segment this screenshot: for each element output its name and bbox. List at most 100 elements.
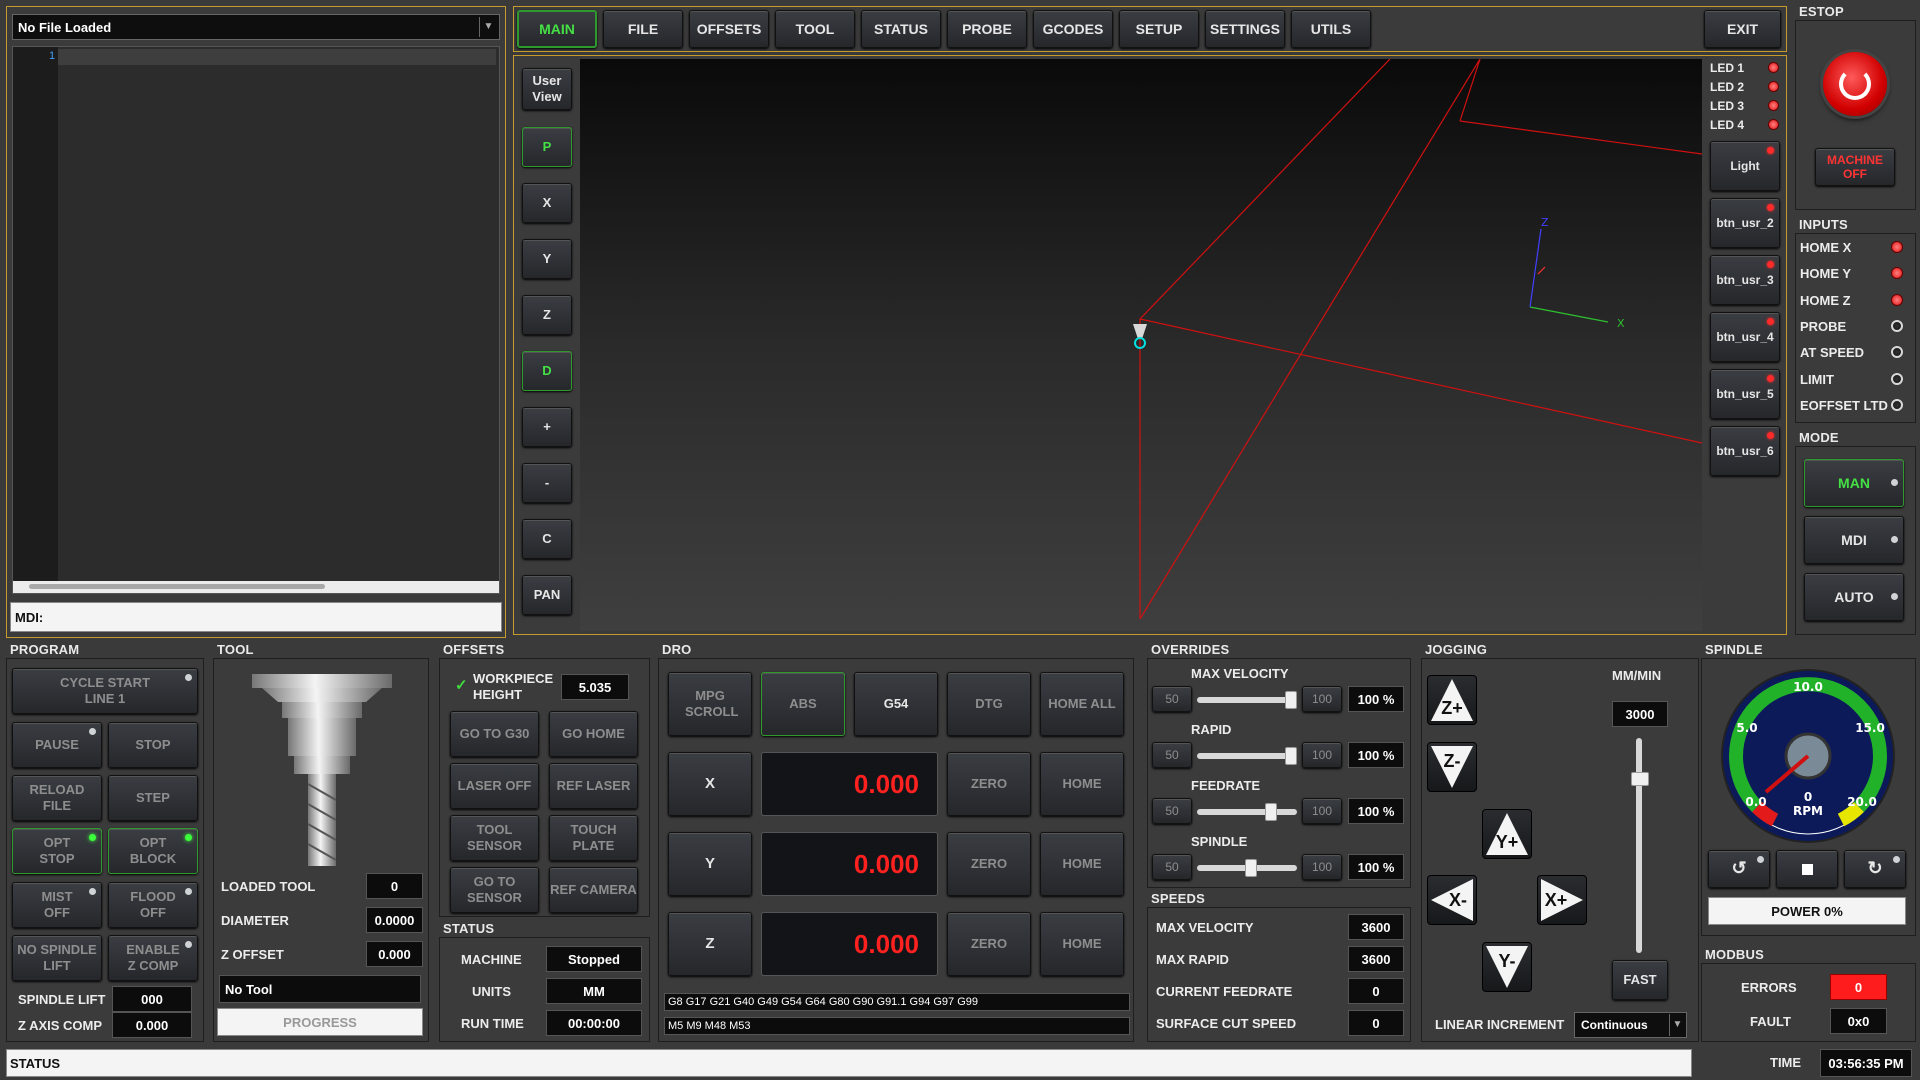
enable-z-comp-button[interactable]: ENABLE Z COMP (108, 935, 198, 981)
opt-block-button[interactable]: OPT BLOCK (108, 828, 198, 874)
home-y-button[interactable]: HOME (1040, 832, 1124, 896)
view-button-plus[interactable]: + (522, 407, 572, 447)
override-min-3[interactable]: 50 (1152, 854, 1192, 880)
machine-off-button[interactable]: MACHINE OFF (1815, 148, 1895, 186)
user-button-3[interactable]: btn_usr_3 (1710, 255, 1780, 305)
tab-settings[interactable]: SETTINGS (1205, 10, 1285, 48)
view-button-pan[interactable]: PAN (522, 575, 572, 615)
offset-button-tool-sensor[interactable]: TOOL SENSOR (450, 815, 539, 861)
override-slider-knob-1[interactable] (1285, 747, 1297, 765)
cycle-start-button[interactable]: CYCLE START LINE 1 (12, 668, 198, 714)
offset-button-ref-camera[interactable]: REF CAMERA (549, 867, 638, 913)
override-slider-2[interactable] (1197, 809, 1297, 815)
user-button-6[interactable]: btn_usr_6 (1710, 426, 1780, 476)
home-all-button[interactable]: HOME ALL (1040, 672, 1124, 736)
jog-xplus-button[interactable]: X+ (1537, 875, 1587, 925)
horizontal-scrollbar[interactable] (13, 581, 499, 593)
pause-button[interactable]: PAUSE (12, 722, 102, 768)
spindle-cw-button[interactable]: ↻ (1844, 850, 1906, 888)
mode-button-auto[interactable]: AUTO (1804, 573, 1904, 621)
spindle-lift-field[interactable]: 000 (112, 986, 192, 1012)
file-selector[interactable]: No File Loaded ▼ (12, 14, 500, 40)
jog-yplus-button[interactable]: Y+ (1482, 809, 1532, 859)
mode-button-man[interactable]: MAN (1804, 459, 1904, 507)
user-button-5[interactable]: btn_usr_5 (1710, 369, 1780, 419)
workpiece-height-field[interactable]: 5.035 (561, 674, 629, 700)
jog-rate-slider-knob[interactable] (1631, 772, 1649, 786)
tab-file[interactable]: FILE (603, 10, 683, 48)
view-button-userminusview[interactable]: User View (522, 68, 572, 110)
tab-offsets[interactable]: OFFSETS (689, 10, 769, 48)
step-button[interactable]: STEP (108, 775, 198, 821)
zero-y-button[interactable]: ZERO (947, 832, 1031, 896)
jog-rate-field[interactable]: 3000 (1612, 701, 1668, 727)
override-slider-knob-2[interactable] (1265, 803, 1277, 821)
exit-button[interactable]: EXIT (1704, 10, 1781, 48)
home-z-button[interactable]: HOME (1040, 912, 1124, 976)
user-button-4[interactable]: btn_usr_4 (1710, 312, 1780, 362)
abs-button[interactable]: ABS (761, 672, 845, 736)
override-max-2[interactable]: 100 (1302, 798, 1342, 824)
jog-zminus-button[interactable]: Z- (1427, 742, 1477, 792)
g54-button[interactable]: G54 (854, 672, 938, 736)
view-button-y[interactable]: Y (522, 239, 572, 279)
fast-button[interactable]: FAST (1612, 960, 1668, 1000)
z-axis-comp-field[interactable]: 0.000 (112, 1012, 192, 1038)
jog-yminus-button[interactable]: Y- (1482, 942, 1532, 992)
view-button-p[interactable]: P (522, 127, 572, 167)
override-slider-0[interactable] (1197, 697, 1297, 703)
view-button-x[interactable]: X (522, 183, 572, 223)
mdi-input[interactable]: MDI: (10, 602, 502, 632)
opt-stop-button[interactable]: OPT STOP (12, 828, 102, 874)
tab-tool[interactable]: TOOL (775, 10, 855, 48)
offset-button-go-to-sensor[interactable]: GO TO SENSOR (450, 867, 539, 913)
override-max-1[interactable]: 100 (1302, 742, 1342, 768)
jog-zplus-button[interactable]: Z+ (1427, 675, 1477, 725)
dro-axis-button-y[interactable]: Y (668, 832, 752, 896)
3d-viewport[interactable]: Z X (580, 59, 1702, 631)
tab-utils[interactable]: UTILS (1291, 10, 1371, 48)
chevron-down-icon[interactable]: ▼ (1669, 1014, 1685, 1036)
override-min-2[interactable]: 50 (1152, 798, 1192, 824)
override-min-1[interactable]: 50 (1152, 742, 1192, 768)
offset-button-go-home[interactable]: GO HOME (549, 711, 638, 757)
view-button-z[interactable]: Z (522, 295, 572, 335)
offset-button-ref-laser[interactable]: REF LASER (549, 763, 638, 809)
override-slider-1[interactable] (1197, 753, 1297, 759)
tab-main[interactable]: MAIN (517, 10, 597, 48)
override-max-3[interactable]: 100 (1302, 854, 1342, 880)
jog-rate-slider[interactable] (1636, 738, 1642, 953)
linear-increment-select[interactable]: Continuous ▼ (1574, 1012, 1687, 1038)
override-slider-knob-3[interactable] (1245, 859, 1257, 877)
view-button-c[interactable]: C (522, 519, 572, 559)
gcode-editor[interactable]: 1 (12, 46, 500, 594)
diameter-field[interactable]: 0.0000 (366, 907, 423, 933)
no-spindle-lift-button[interactable]: NO SPINDLE LIFT (12, 935, 102, 981)
offset-button-touch-plate[interactable]: TOUCH PLATE (549, 815, 638, 861)
dtg-button[interactable]: DTG (947, 672, 1031, 736)
spindle-stop-button[interactable] (1776, 850, 1838, 888)
dro-axis-button-x[interactable]: X (668, 752, 752, 816)
loaded-tool-field[interactable]: 0 (366, 873, 423, 899)
jog-xminus-button[interactable]: X- (1427, 875, 1477, 925)
zero-x-button[interactable]: ZERO (947, 752, 1031, 816)
tab-gcodes[interactable]: GCODES (1033, 10, 1113, 48)
view-button-d[interactable]: D (522, 351, 572, 391)
z-offset-field[interactable]: 0.000 (366, 941, 423, 967)
mpg-scroll-button[interactable]: MPG SCROLL (668, 672, 752, 736)
flood-button[interactable]: FLOOD OFF (108, 882, 198, 928)
view-button-minus[interactable]: - (522, 463, 572, 503)
mist-button[interactable]: MIST OFF (12, 882, 102, 928)
offset-button-laser-off[interactable]: LASER OFF (450, 763, 539, 809)
reload-file-button[interactable]: RELOAD FILE (12, 775, 102, 821)
user-button-2[interactable]: btn_usr_2 (1710, 198, 1780, 248)
user-button-1[interactable]: Light (1710, 141, 1780, 191)
tab-probe[interactable]: PROBE (947, 10, 1027, 48)
override-max-0[interactable]: 100 (1302, 686, 1342, 712)
chevron-down-icon[interactable]: ▼ (479, 17, 497, 37)
override-slider-knob-0[interactable] (1285, 691, 1297, 709)
offset-button-go-to-g30[interactable]: GO TO G30 (450, 711, 539, 757)
stop-button[interactable]: STOP (108, 722, 198, 768)
tab-setup[interactable]: SETUP (1119, 10, 1199, 48)
tab-status[interactable]: STATUS (861, 10, 941, 48)
